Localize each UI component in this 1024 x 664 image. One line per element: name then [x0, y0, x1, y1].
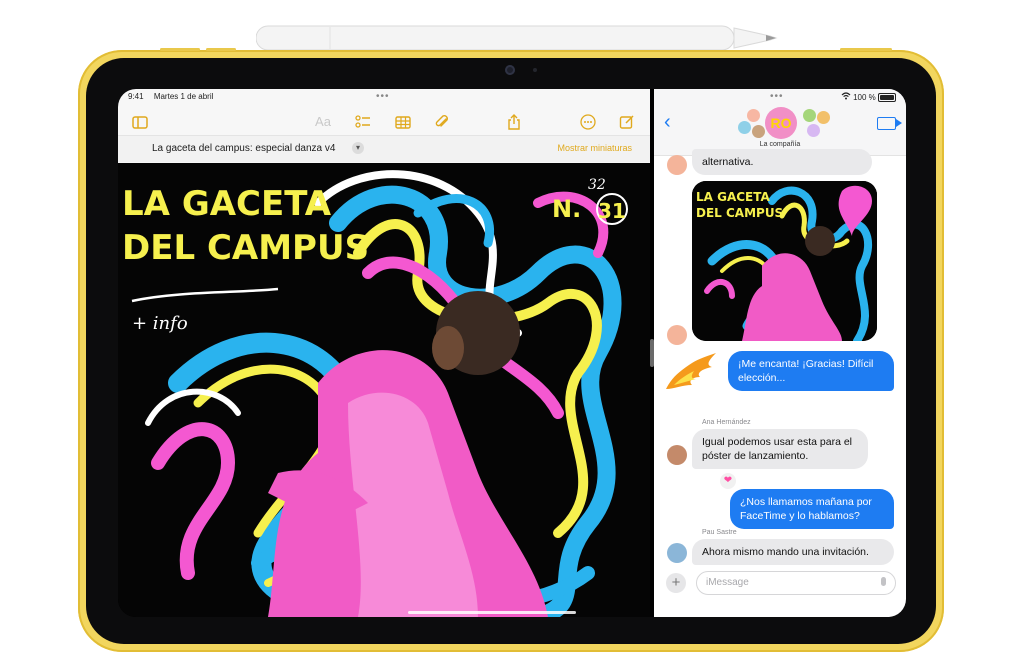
contact-avatar	[667, 155, 687, 175]
messages-app: ••• 100 % ‹ RO La compañía alternativa.	[654, 89, 906, 617]
status-date: Martes 1 de abril	[153, 92, 214, 101]
top-button-right	[206, 48, 236, 51]
poster-title-line2: DEL CAMPUS	[122, 228, 369, 268]
message-input[interactable]: iMessage	[696, 571, 896, 595]
member-avatar	[747, 109, 760, 122]
heart-tapback-icon[interactable]: ❤	[720, 473, 736, 489]
facetime-video-icon[interactable]	[877, 117, 902, 130]
conversation-header: ••• 100 % ‹ RO La compañía	[654, 89, 906, 156]
poster-info: + info	[132, 313, 188, 334]
member-avatar	[803, 109, 816, 122]
microphone-icon[interactable]	[881, 577, 886, 586]
member-avatar	[817, 111, 830, 124]
format-icon[interactable]: Aa	[314, 113, 332, 131]
poster-issue-new: 31	[598, 199, 626, 223]
member-avatar	[807, 124, 820, 137]
fire-sticker	[662, 351, 718, 393]
checklist-icon[interactable]	[354, 113, 372, 131]
sender-name: Pau Sastre	[702, 529, 737, 536]
image-poster-line2: DEL CAMPUS	[696, 206, 783, 220]
document-title[interactable]: La gaceta del campus: especial danza v4	[152, 143, 335, 154]
member-avatar	[752, 125, 765, 138]
sender-name: Ana Hernández	[702, 419, 751, 426]
battery-icon	[878, 93, 896, 103]
message-bubble-outgoing: ¿Nos llamamos mañana por FaceTime y lo h…	[730, 489, 894, 529]
chevron-down-icon[interactable]: ▾	[352, 142, 364, 154]
member-avatar	[738, 121, 751, 134]
multitasking-dots[interactable]: •••	[376, 91, 390, 102]
compose-icon[interactable]	[618, 113, 636, 131]
status-time: 9:41	[128, 92, 144, 101]
plus-icon[interactable]: +	[666, 573, 686, 593]
compose-bar: + iMessage	[654, 563, 906, 603]
notes-app: 9:41 Martes 1 de abril ••• Aa La gaceta …	[118, 89, 650, 617]
camera-sensor	[533, 68, 537, 72]
message-input-placeholder: iMessage	[706, 577, 749, 588]
poster-issue-prefix: N.	[552, 195, 581, 223]
table-icon[interactable]	[394, 113, 412, 131]
share-icon[interactable]	[505, 113, 523, 131]
contact-avatar	[667, 445, 687, 465]
contact-avatar	[667, 325, 687, 345]
sidebar-icon[interactable]	[131, 113, 149, 131]
show-thumbnails-button[interactable]: Mostrar miniaturas	[557, 143, 632, 153]
message-bubble-incoming: Igual podemos usar esta para el póster d…	[692, 429, 868, 469]
document-bar: La gaceta del campus: especial danza v4 …	[118, 135, 650, 162]
message-bubble-incoming: Ahora mismo mando una invitación.	[692, 539, 894, 565]
image-poster-line1: LA GACETA	[696, 190, 771, 204]
battery-percent: 100 %	[853, 93, 876, 102]
group-name[interactable]: La compañía	[654, 141, 906, 148]
poster-issue-old: 32	[588, 177, 606, 193]
multitasking-dots-messages[interactable]: •••	[770, 91, 784, 102]
status-bar-left: 9:41 Martes 1 de abril	[128, 92, 221, 101]
apple-pencil	[256, 25, 778, 51]
power-button	[840, 48, 892, 51]
message-image[interactable]: LA GACETA DEL CAMPUS	[692, 181, 877, 341]
top-button-left	[160, 48, 200, 51]
status-bar-right: 100 %	[841, 92, 896, 103]
poster-title-line1: LA GACETA	[122, 184, 332, 224]
message-bubble-outgoing: ¡Me encanta! ¡Gracias! Difícil elección.…	[728, 351, 894, 391]
wifi-icon	[841, 92, 853, 102]
attachment-icon[interactable]	[433, 113, 451, 131]
more-icon[interactable]	[579, 113, 597, 131]
back-chevron-icon[interactable]: ‹	[664, 111, 671, 134]
front-camera	[505, 65, 515, 75]
poster-artwork: LA GACETA DEL CAMPUS + info N. 32 31	[118, 163, 650, 617]
notes-header: 9:41 Martes 1 de abril ••• Aa La gaceta …	[118, 89, 650, 163]
contact-avatar	[667, 543, 687, 563]
home-indicator[interactable]	[408, 611, 576, 614]
message-bubble-incoming: alternativa.	[692, 149, 872, 175]
ipad-screen: 9:41 Martes 1 de abril ••• Aa La gaceta …	[118, 89, 906, 617]
group-avatar[interactable]: RO	[765, 107, 797, 139]
